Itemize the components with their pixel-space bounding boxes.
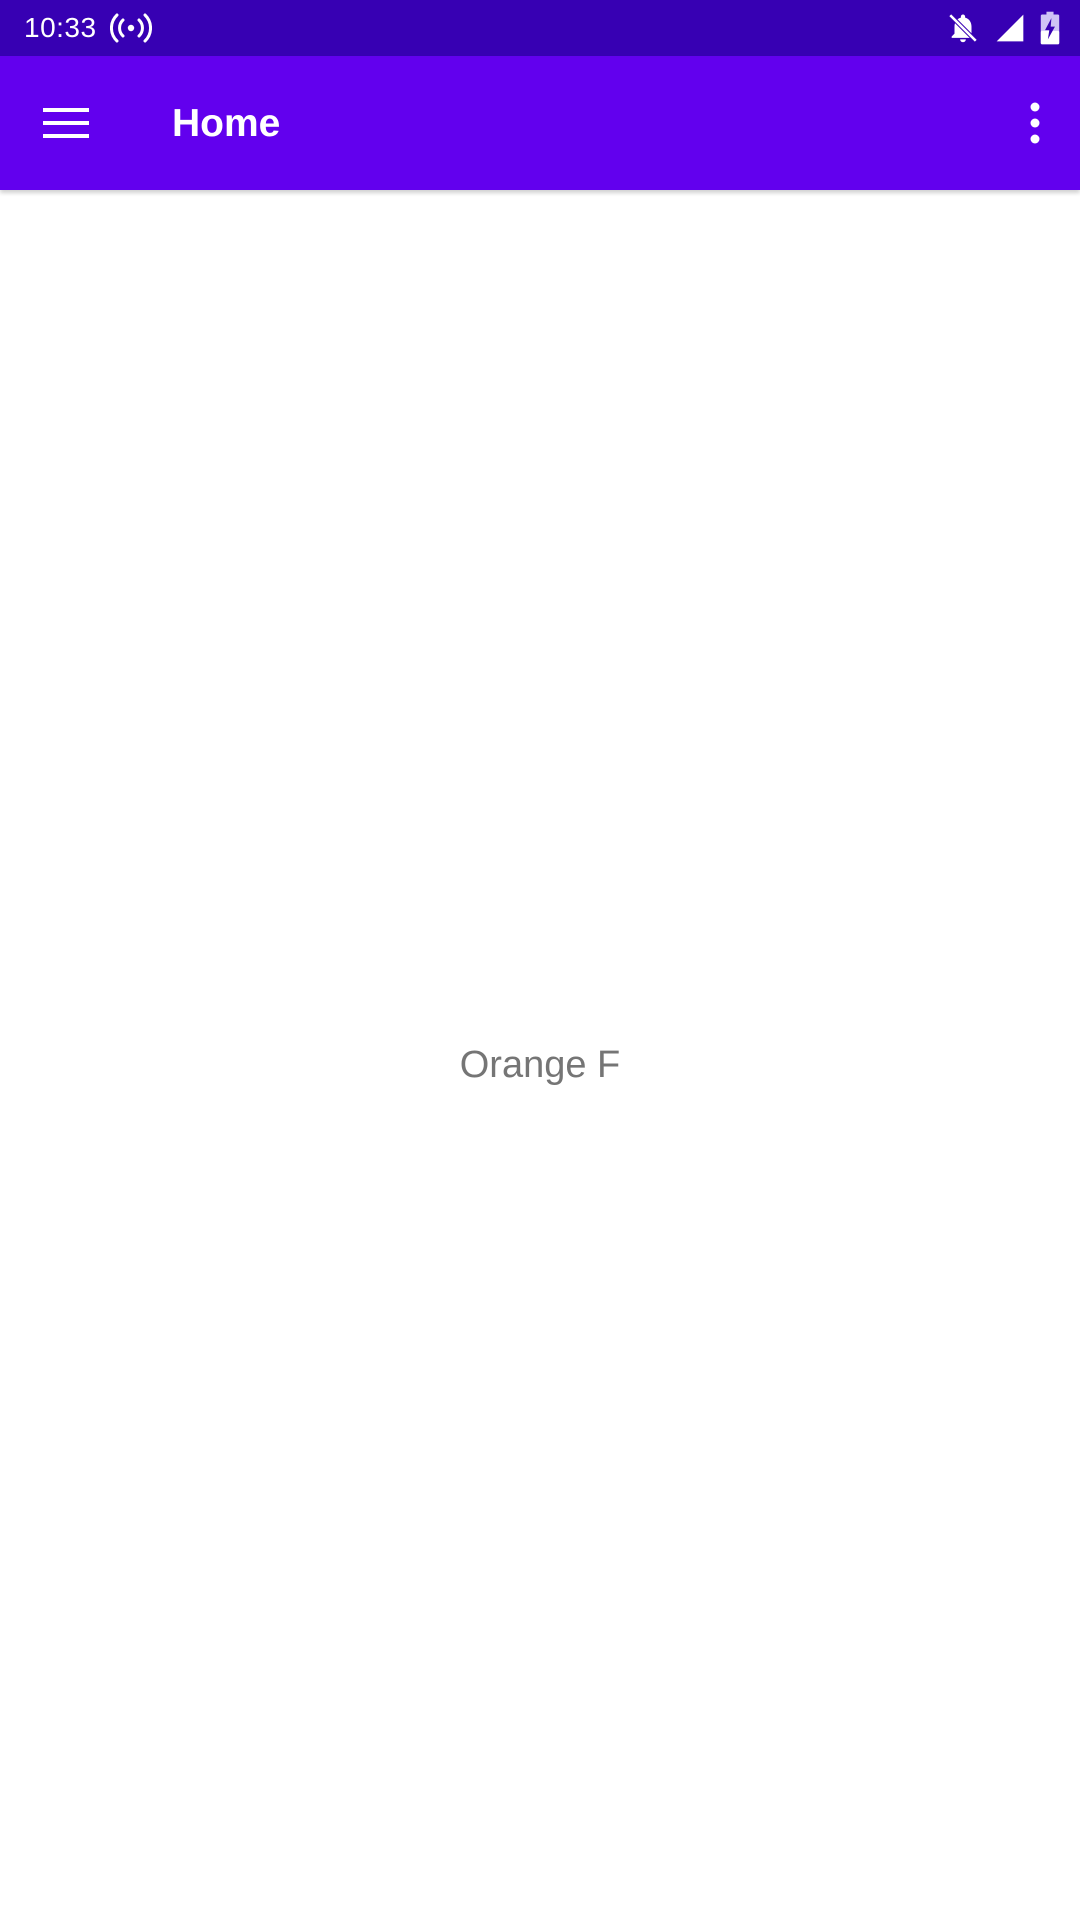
overflow-menu-button[interactable] [1000,84,1070,162]
hamburger-menu-icon [43,108,89,138]
battery-charging-icon [1040,11,1060,45]
page-title: Home [172,102,281,145]
notifications-off-icon [946,11,980,45]
status-bar: 10:33 [0,0,1080,56]
center-text: Orange F [459,1044,621,1086]
navigation-menu-button[interactable] [22,84,110,162]
screen: 10:33 Home Orange F [0,0,1080,1920]
main-content: Orange F [0,190,1080,1920]
status-icons [946,10,1060,46]
hotspot-icon [110,12,152,44]
cell-signal-icon [994,12,1026,44]
more-vertical-icon [1030,102,1040,144]
app-bar: Home [0,56,1080,190]
status-time: 10:33 [24,12,97,43]
